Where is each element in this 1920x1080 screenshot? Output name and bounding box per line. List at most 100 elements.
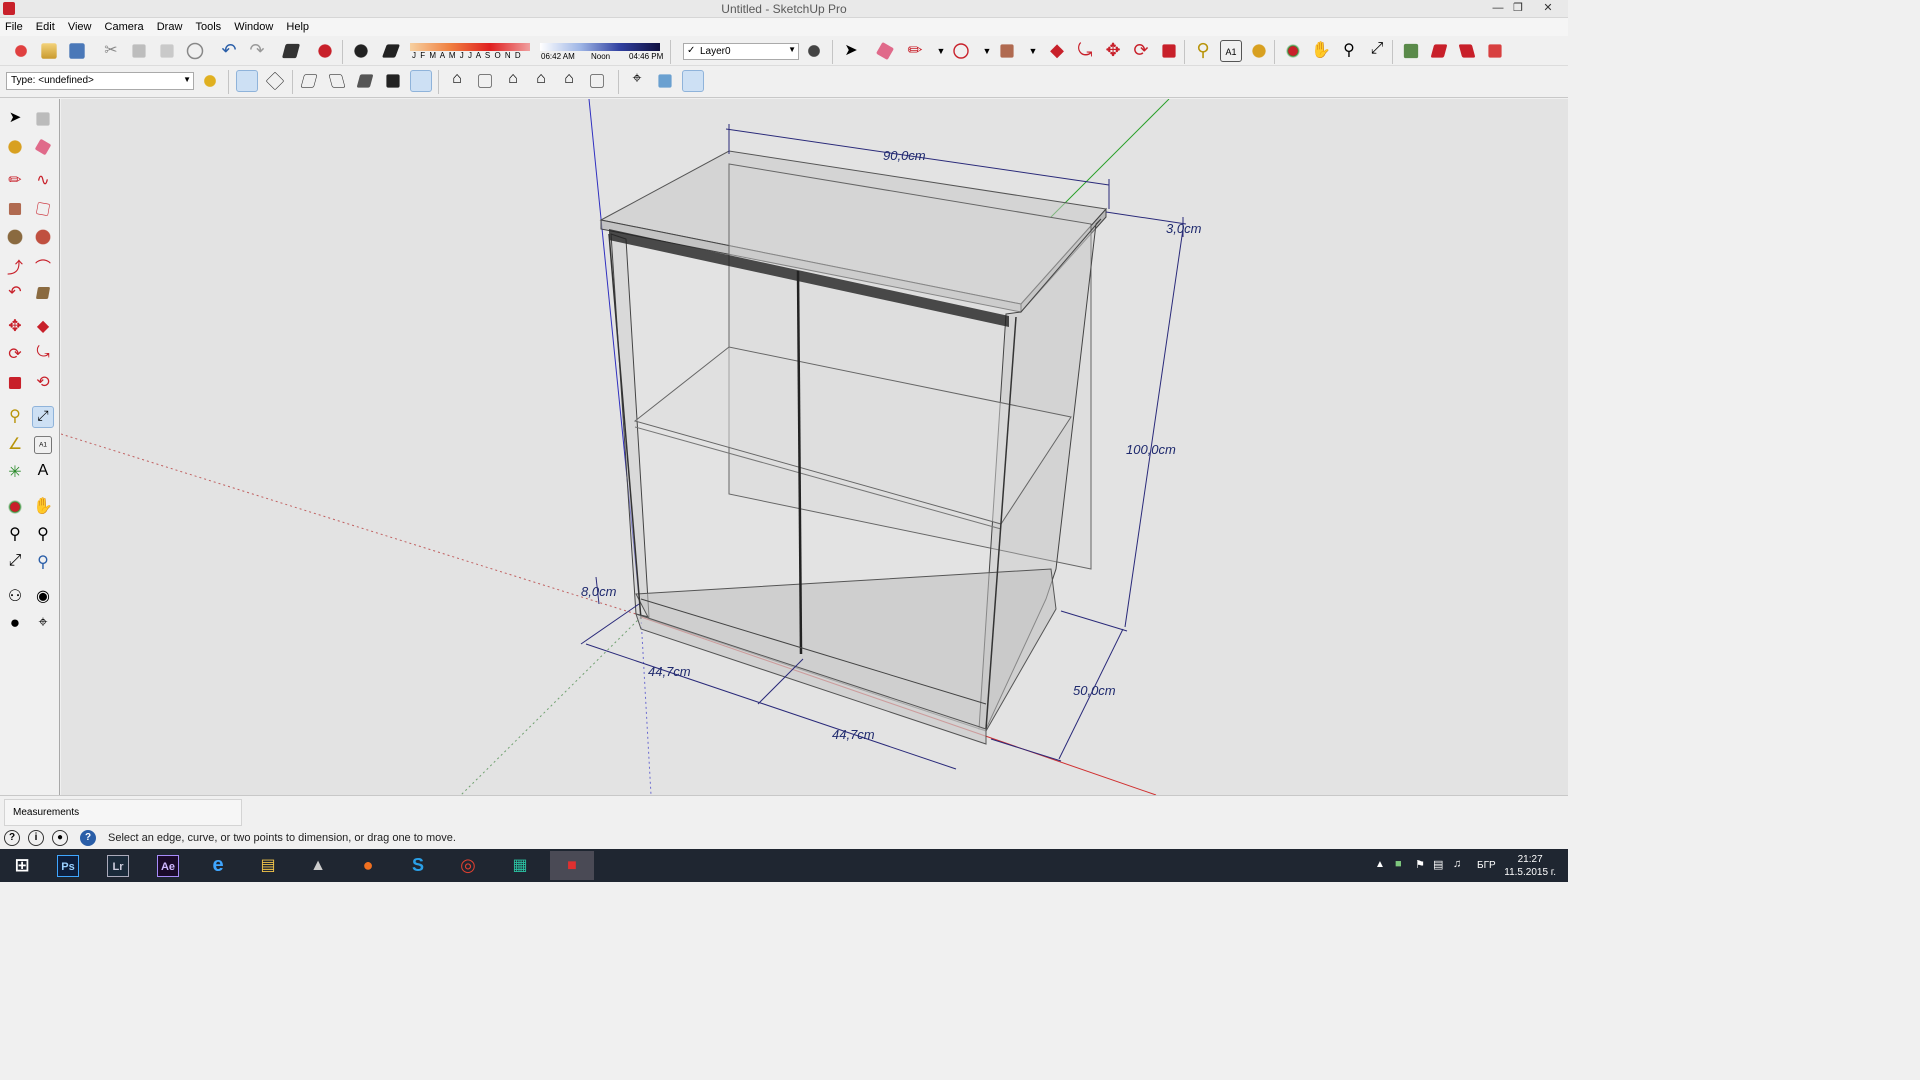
tape-measure-icon[interactable]: ⚲ [4,406,26,428]
menu-edit[interactable]: Edit [31,18,60,36]
pencil-icon[interactable]: ✏ [904,40,926,62]
paint-bucket-icon[interactable] [4,136,26,158]
save-icon[interactable] [69,43,85,59]
orbit-icon[interactable] [4,496,26,518]
freehand-icon[interactable]: ∿ [32,170,54,192]
arc-icon[interactable] [953,43,969,59]
menu-tools[interactable]: Tools [190,18,226,36]
iso-view-icon[interactable] [236,70,258,92]
hidden-line-icon[interactable] [356,74,374,88]
warehouse-icon[interactable] [1403,43,1419,59]
pie-icon[interactable] [35,286,51,300]
menu-camera[interactable]: Camera [100,18,149,36]
volume-icon[interactable]: ♫ [1453,858,1461,870]
walk-icon[interactable]: ⚫ [4,614,26,636]
chevron-down-icon[interactable]: ▼ [1022,40,1044,62]
dim-plinth-label[interactable]: 8,0cm [581,584,617,599]
pencil-icon[interactable]: ✏ [4,170,26,192]
section-cuts-icon[interactable] [658,74,672,88]
dimension-tool-icon[interactable]: ⤢ [32,406,54,428]
three-point-arc-icon[interactable]: ↶ [4,282,26,304]
select-arrow-icon[interactable]: ➤ [4,108,26,130]
dim-top-thickness-label[interactable]: 3,0cm [1166,221,1202,236]
zoom-window-icon[interactable]: ⚲ [32,524,54,546]
time-slider[interactable] [540,43,660,51]
left-view-icon[interactable]: ⌂ [558,70,580,92]
rectangle-icon[interactable] [8,202,22,216]
menu-file[interactable]: File [0,18,28,36]
menu-draw[interactable]: Draw [152,18,188,36]
chevron-down-icon[interactable]: ▼ [930,40,952,62]
orbit-icon[interactable] [1282,40,1304,62]
ie-browser-icon[interactable]: e [196,851,240,880]
extension-warehouse-icon[interactable] [1488,44,1502,58]
cabinet-model[interactable] [599,150,1107,745]
position-camera-icon[interactable]: ⚇ [4,586,26,608]
tray-chevron-icon[interactable]: ▲ [1375,859,1385,870]
circle-icon[interactable] [4,226,26,248]
system-clock[interactable]: 21:27 11.5.2015 г. [1504,853,1556,879]
follow-me-icon[interactable]: ⤿ [1074,40,1096,62]
tape-measure-icon[interactable]: ⚲ [1192,40,1214,62]
print-icon[interactable] [281,43,301,59]
select-arrow-icon[interactable]: ➤ [840,40,862,62]
undo-icon[interactable]: ↶ [218,40,240,62]
close-button[interactable]: ✕ [1536,0,1560,16]
chevron-down-icon[interactable]: ▼ [976,40,998,62]
measurements-label[interactable]: Measurements [4,799,242,826]
cut-icon[interactable]: ✂ [100,40,122,62]
section-plane-icon[interactable]: ⌖ [626,70,648,92]
previous-view-icon[interactable]: ⚲ [32,552,54,574]
wireframe-icon[interactable] [328,74,346,88]
open-folder-icon[interactable] [41,43,57,59]
scale-icon[interactable] [8,376,22,390]
xray-icon[interactable] [300,74,318,88]
text-icon[interactable]: A1 [34,436,52,454]
3d-text-icon[interactable]: A [32,462,54,484]
shaded-icon[interactable] [386,74,400,88]
follow-me-icon[interactable]: ⤿ [32,344,54,366]
right-view-icon[interactable]: ⌂ [502,70,524,92]
rotate-icon[interactable]: ⟳ [4,344,26,366]
month-slider[interactable] [410,43,530,51]
layer-manager-icon[interactable] [803,40,825,62]
protractor-icon[interactable]: ∠ [4,434,26,456]
skype-icon[interactable]: S [396,851,440,880]
share-component-icon[interactable] [1458,44,1476,58]
copy-icon[interactable] [132,44,146,58]
dim-depth-label[interactable]: 50,0cm [1073,683,1116,698]
eraser-icon[interactable] [34,138,52,156]
taskbar-lightroom[interactable]: Lr [96,851,140,880]
paste-icon[interactable] [160,44,174,58]
bottom-view-icon[interactable] [590,74,604,88]
eraser-icon[interactable] [875,41,895,61]
rectangle-icon[interactable] [1000,44,1014,58]
chrome-icon[interactable]: ◎ [446,851,490,880]
front-view-icon[interactable] [478,74,492,88]
offset-icon[interactable]: ⟲ [32,372,54,394]
push-pull-icon[interactable]: ◆ [32,316,54,338]
input-language[interactable]: БГР [1477,860,1496,871]
polygon-icon[interactable] [32,226,54,248]
credits-icon[interactable]: i [28,830,44,846]
menu-view[interactable]: View [63,18,97,36]
shadows-toggle-icon[interactable] [350,40,372,62]
rotated-rectangle-icon[interactable] [35,201,51,217]
axes-icon[interactable]: ✳ [4,462,26,484]
tray-status-icon[interactable]: ■ [1395,858,1402,870]
layer-select[interactable]: ✓ Layer0 ▼ [683,43,799,60]
make-component-icon[interactable] [36,112,50,126]
network-icon[interactable]: ▤ [1433,858,1443,871]
instructor-help-icon[interactable]: ? [80,830,96,846]
shaded-textures-icon[interactable] [410,70,432,92]
maya-icon[interactable]: ▦ [498,851,542,880]
menu-window[interactable]: Window [229,18,278,36]
back-view-icon[interactable]: ⌂ [530,70,552,92]
erase-icon[interactable] [186,42,204,60]
file-explorer-icon[interactable]: ▤ [246,851,290,880]
taskbar-after-effects[interactable]: Ae [146,851,190,880]
sketchup-taskbar-icon[interactable]: ■ [550,851,594,880]
move-icon[interactable]: ✥ [1102,40,1124,62]
dim-height-label[interactable]: 100,0cm [1126,442,1176,457]
zoom-icon[interactable]: ⚲ [1338,40,1360,62]
